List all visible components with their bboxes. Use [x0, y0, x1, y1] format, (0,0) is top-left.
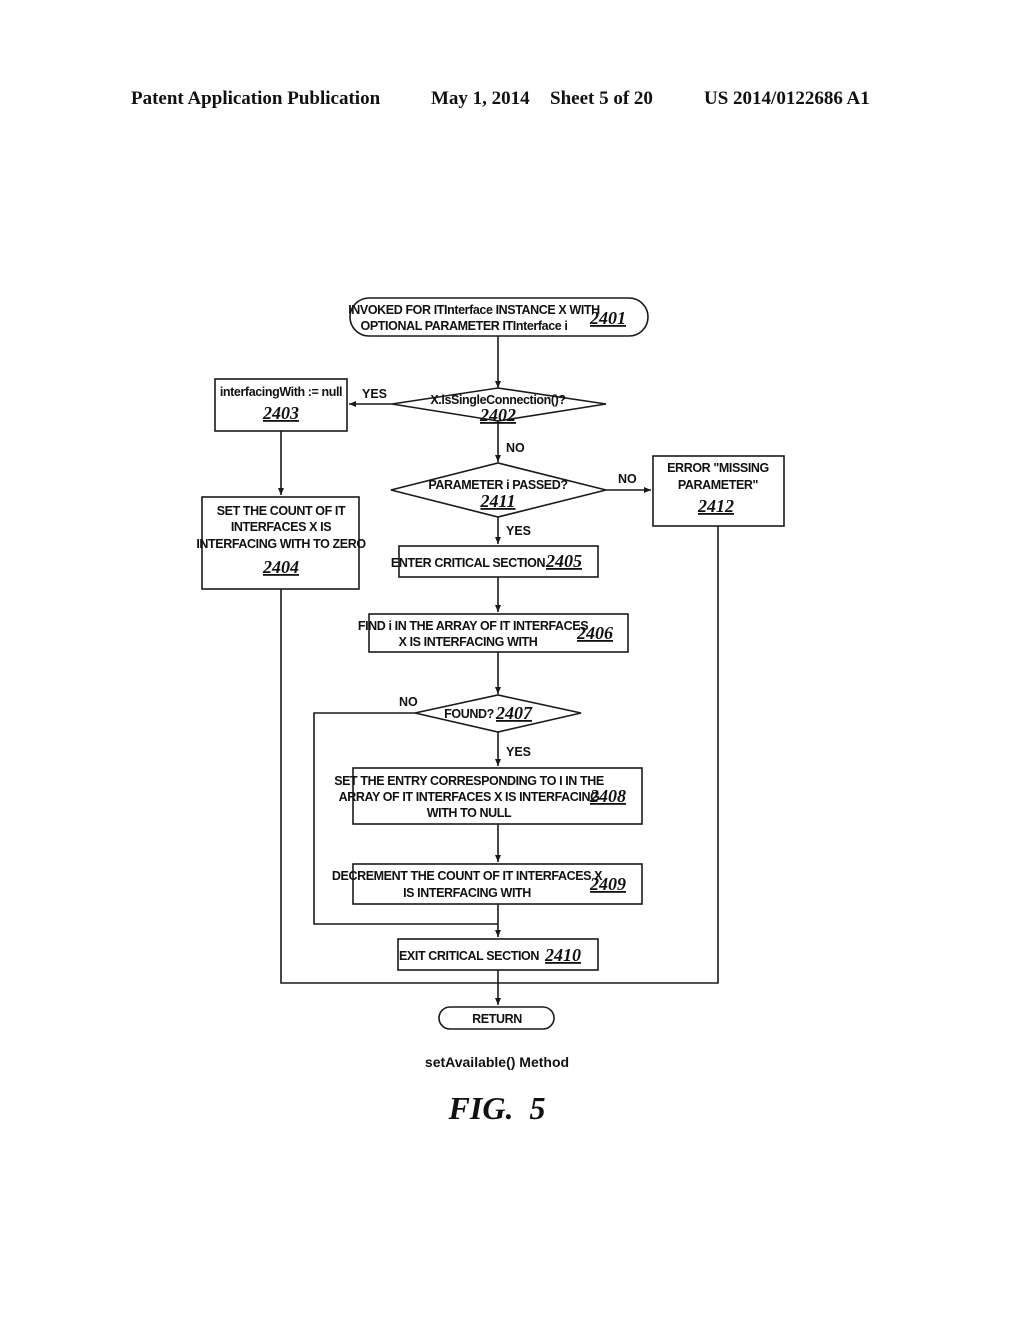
ref-2412: 2412	[697, 496, 734, 516]
node-2409-line-1: DECREMENT THE COUNT OF IT INTERFACES X	[332, 869, 603, 883]
ref-2408: 2408	[589, 786, 626, 806]
node-2406: FIND i IN THE ARRAY OF IT INTERFACES X I…	[358, 613, 629, 653]
ref-2406: 2406	[576, 623, 613, 643]
node-2408: SET THE ENTRY CORRESPONDING TO I IN THE …	[334, 767, 643, 825]
node-2408-line-2: ARRAY OF IT INTERFACES X IS INTERFACING	[339, 790, 600, 804]
node-2401-line-2: OPTIONAL PARAMETER ITInterface i	[361, 319, 568, 333]
label-no-2411: NO	[618, 472, 637, 486]
node-2407-text: FOUND?	[444, 707, 494, 721]
node-2404-line-1: SET THE COUNT OF IT	[217, 504, 346, 518]
node-2412: ERROR "MISSING PARAMETER" 2412	[652, 455, 785, 527]
ref-2401: 2401	[589, 308, 626, 328]
node-2404-line-2: INTERFACES X IS	[231, 520, 331, 534]
node-2408-line-1: SET THE ENTRY CORRESPONDING TO I IN THE	[334, 774, 604, 788]
node-2401: INVOKED FOR ITInterface INSTANCE X WITH …	[348, 297, 649, 337]
ref-2407: 2407	[495, 703, 533, 723]
node-2409: DECREMENT THE COUNT OF IT INTERFACES X I…	[332, 863, 643, 905]
node-2412-line-2: PARAMETER"	[678, 478, 759, 492]
node-return: RETURN	[438, 1006, 555, 1030]
node-2410-text: EXIT CRITICAL SECTION	[399, 949, 539, 963]
node-2404-line-3: INTERFACING WITH TO ZERO	[196, 537, 366, 551]
flowchart: YES NO NO YES NO YES INVOKED FOR ITInter…	[196, 297, 785, 1126]
node-2403: interfacingWith := null 2403	[214, 378, 348, 432]
node-return-text: RETURN	[472, 1012, 522, 1026]
label-no-2407: NO	[399, 695, 418, 709]
node-2407: FOUND? 2407	[414, 694, 582, 733]
node-2403-text: interfacingWith := null	[220, 385, 342, 399]
label-no-2402: NO	[506, 441, 525, 455]
ref-2405: 2405	[545, 551, 582, 571]
node-2412-line-1: ERROR "MISSING	[667, 461, 769, 475]
node-2404: SET THE COUNT OF IT INTERFACES X IS INTE…	[196, 496, 367, 590]
ref-2409: 2409	[589, 874, 626, 894]
node-2406-line-1: FIND i IN THE ARRAY OF IT INTERFACES	[358, 619, 588, 633]
node-2409-line-2: IS INTERFACING WITH	[403, 886, 531, 900]
node-2410: EXIT CRITICAL SECTION 2410	[397, 938, 599, 971]
node-2411: PARAMETER i PASSED? 2411	[390, 462, 607, 518]
node-2401-line-1: INVOKED FOR ITInterface INSTANCE X WITH	[348, 303, 600, 317]
node-2408-line-3: WITH TO NULL	[427, 806, 512, 820]
ref-2402: 2402	[479, 405, 516, 425]
ref-2404: 2404	[262, 557, 299, 577]
ref-2411: 2411	[479, 491, 515, 511]
ref-2403: 2403	[262, 403, 299, 423]
label-yes-2407: YES	[506, 745, 531, 759]
ref-2410: 2410	[544, 945, 581, 965]
label-yes-2402: YES	[362, 387, 387, 401]
node-2405-text: ENTER CRITICAL SECTION	[391, 556, 546, 570]
edge-bottom-merge	[280, 526, 719, 984]
label-yes-2411: YES	[506, 524, 531, 538]
node-2406-line-2: X IS INTERFACING WITH	[399, 635, 538, 649]
node-2405: ENTER CRITICAL SECTION 2405	[391, 545, 599, 578]
figure-label: FIG. 5	[448, 1090, 546, 1126]
figure-caption: setAvailable() Method	[425, 1054, 569, 1070]
node-2402: X.isSingleConnection()? 2402	[391, 387, 607, 425]
node-2411-text: PARAMETER i PASSED?	[428, 478, 567, 492]
